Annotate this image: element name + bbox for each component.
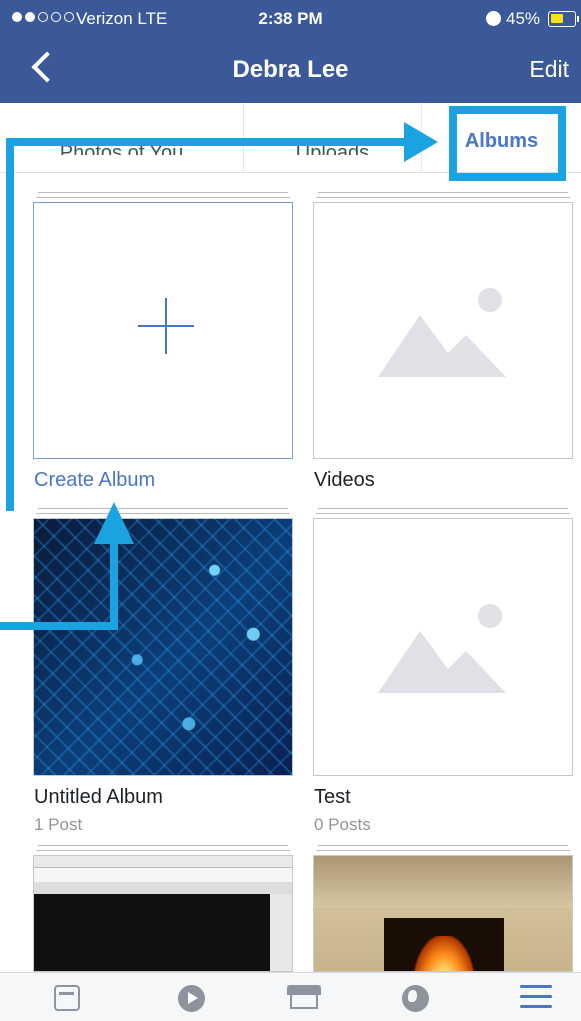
annotation-arrow-head <box>94 502 134 544</box>
album-stack-line <box>316 850 570 851</box>
album-stack-line <box>38 192 288 193</box>
annotation-arrow-head <box>404 122 438 162</box>
album-stack-line <box>36 850 290 851</box>
battery-icon <box>548 11 579 27</box>
cover-detail <box>414 936 474 971</box>
album-count-test: 0 Posts <box>314 815 371 834</box>
album-name-videos[interactable]: Videos <box>314 469 375 492</box>
plus-icon <box>138 325 194 327</box>
album-stack-line <box>318 192 568 193</box>
menu-line <box>520 1005 552 1008</box>
album-count-untitled: 1 Post <box>34 815 83 834</box>
annotation-arrow-line <box>6 138 406 146</box>
album-stack-line <box>318 845 568 846</box>
top-bar: Verizon LTE 2:38 PM 45% Debra Lee Edit <box>0 0 581 103</box>
album-stack-line <box>38 508 288 509</box>
menu-icon[interactable] <box>520 985 552 1009</box>
create-album-label[interactable]: Create Album <box>34 469 155 492</box>
album-stack-line <box>36 513 290 514</box>
album-stack-line <box>38 845 288 846</box>
album-stack-line <box>316 197 570 198</box>
annotation-arrow-line <box>0 622 118 630</box>
album-cover-untitled[interactable] <box>33 518 293 776</box>
image-placeholder-icon <box>378 288 506 377</box>
news-feed-icon[interactable] <box>54 985 80 1011</box>
album-stack-line <box>318 508 568 509</box>
marketplace-icon[interactable] <box>287 985 321 1009</box>
image-placeholder-icon <box>378 604 506 693</box>
edit-button[interactable]: Edit <box>529 56 569 83</box>
alarm-icon <box>486 11 501 26</box>
album-cover-videos[interactable] <box>313 202 573 459</box>
bottom-tab-bar <box>0 972 581 1021</box>
cover-detail <box>34 882 292 894</box>
marketplace-body <box>290 995 318 1009</box>
cover-detail <box>34 868 292 882</box>
album-name-untitled[interactable]: Untitled Album <box>34 786 163 809</box>
battery-fill <box>551 14 563 23</box>
cover-detail <box>34 856 292 868</box>
album-cover-screenshot[interactable] <box>33 855 293 972</box>
video-play-icon[interactable] <box>178 985 205 1012</box>
status-bar: Verizon LTE 2:38 PM 45% <box>0 0 581 40</box>
annotation-arrow-line <box>6 138 14 511</box>
globe-notifications-icon[interactable] <box>402 985 429 1012</box>
cover-detail <box>314 856 572 908</box>
album-cover-fireplace[interactable] <box>313 855 573 972</box>
menu-line <box>520 985 552 988</box>
menu-line <box>520 995 552 998</box>
create-album-tile[interactable] <box>33 202 293 459</box>
album-stack-line <box>36 197 290 198</box>
page-title: Debra Lee <box>232 56 349 83</box>
album-name-test[interactable]: Test <box>314 786 351 809</box>
marketplace-awning <box>287 985 321 995</box>
cover-detail <box>270 894 292 971</box>
album-stack-line <box>316 513 570 514</box>
albums-highlight-box <box>449 106 566 181</box>
annotation-arrow-line <box>110 540 118 630</box>
album-cover-test[interactable] <box>313 518 573 776</box>
battery-percent: 45% <box>506 9 541 28</box>
